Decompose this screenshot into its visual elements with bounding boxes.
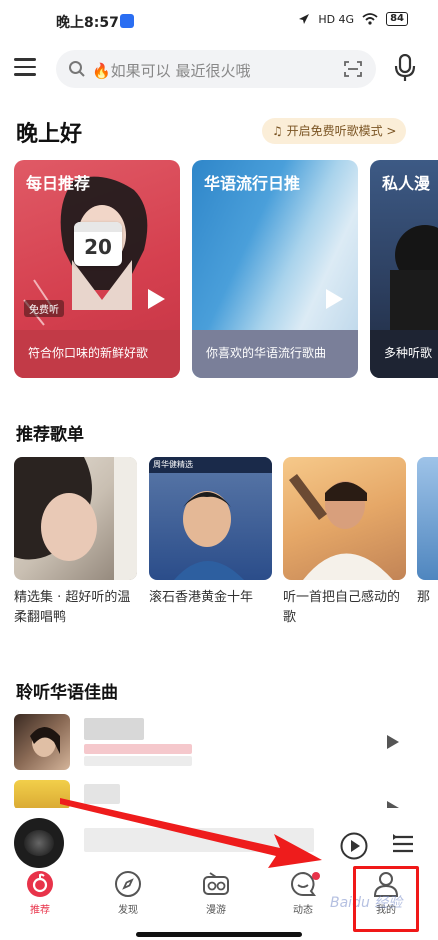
greeting-title: 晚上好 xyxy=(16,122,83,147)
recommend-icon xyxy=(27,871,53,897)
battery-indicator: 84 xyxy=(386,12,408,26)
radio-icon xyxy=(203,872,229,895)
wifi-icon xyxy=(362,13,378,25)
private-roaming-card[interactable]: 私人漫 多种听歌 xyxy=(370,160,438,378)
play-icon[interactable] xyxy=(146,288,166,310)
card-title: 华语流行日推 xyxy=(204,174,301,193)
tab-label: 动态 xyxy=(293,905,313,916)
date-badge: 20 xyxy=(74,222,122,266)
free-mode-button[interactable]: ♫ 开启免费听歌模式 > xyxy=(262,118,407,144)
tab-roam[interactable]: 漫游 xyxy=(186,870,246,916)
network-indicator: HD 4G xyxy=(318,12,355,26)
song-title-blurred xyxy=(84,718,144,740)
search-input[interactable]: 🔥如果可以 最近很火哦 xyxy=(56,50,376,88)
play-icon[interactable] xyxy=(324,288,344,310)
status-indicators: HD 4G 84 xyxy=(298,12,408,26)
search-placeholder: 🔥如果可以 最近很火哦 xyxy=(92,62,251,80)
playlist-item[interactable]: 精选集 · 超好听的温柔翻唱鸭 xyxy=(14,457,137,628)
playlists-row: 精选集 · 超好听的温柔翻唱鸭 周华健精选 滚石香港黄金十年 听一首把自己感动的… xyxy=(14,457,438,637)
daily-recommend-card[interactable]: 每日推荐 20 免费听 符合你口味的新鲜好歌 xyxy=(14,160,180,378)
card-title: 私人漫 xyxy=(382,174,431,193)
tab-label: 推荐 xyxy=(30,905,50,916)
red-arrow-annotation xyxy=(60,798,322,868)
status-time: 晚上8:57 xyxy=(56,15,119,31)
playlists-section-title: 推荐歌单 xyxy=(16,425,84,445)
playlist-cover xyxy=(283,457,406,580)
tab-label: 发现 xyxy=(118,905,138,916)
playlist-item[interactable]: 周华健精选 滚石香港黄金十年 xyxy=(149,457,272,608)
free-listen-tag: 免费听 xyxy=(24,300,64,317)
playlist-item[interactable]: 听一首把自己感动的歌 xyxy=(283,457,406,628)
card-caption: 你喜欢的华语流行歌曲 xyxy=(192,330,358,378)
status-bar: 晚上8:57 HD 4G 84 xyxy=(0,0,438,44)
song-item[interactable] xyxy=(14,714,424,770)
playlist-name: 滚石香港黄金十年 xyxy=(149,590,254,605)
play-icon[interactable] xyxy=(386,734,400,750)
highlight-box-annotation xyxy=(353,866,419,932)
card-caption: 符合你口味的新鲜好歌 xyxy=(14,330,180,378)
menu-icon[interactable] xyxy=(14,58,36,76)
notification-dot xyxy=(312,872,320,880)
search-icon xyxy=(69,61,85,77)
songs-section-title: 聆听华语佳曲 xyxy=(16,683,118,703)
playlist-cover xyxy=(417,457,438,580)
playlist-cover xyxy=(14,457,137,580)
playlist-item[interactable]: 那 xyxy=(417,457,438,608)
playlist-name: 那 xyxy=(417,590,431,605)
header: 🔥如果可以 最近很火哦 xyxy=(0,46,438,92)
playlist-name: 听一首把自己感动的歌 xyxy=(283,590,401,625)
card-title: 每日推荐 xyxy=(26,174,91,193)
free-mode-label: 开启免费听歌模式 > xyxy=(286,124,397,138)
tab-label: 漫游 xyxy=(206,905,226,916)
playlist-cover: 周华健精选 xyxy=(149,457,272,580)
microphone-icon[interactable] xyxy=(394,54,416,82)
card-caption: 多种听歌 xyxy=(370,330,438,378)
location-icon xyxy=(299,14,310,24)
notification-icon xyxy=(120,14,134,28)
music-note-icon: ♫ xyxy=(272,124,287,138)
daily-cards: 每日推荐 20 免费听 符合你口味的新鲜好歌 华语流行日推 你喜欢的华语流行歌曲… xyxy=(14,160,438,378)
play-button[interactable] xyxy=(340,832,368,860)
song-cover xyxy=(14,714,70,770)
tab-feed[interactable]: 动态 xyxy=(273,870,333,916)
tab-discover[interactable]: 发现 xyxy=(98,870,158,916)
compass-icon xyxy=(115,871,141,897)
home-indicator[interactable] xyxy=(136,932,302,937)
song-artist-blurred xyxy=(84,756,192,766)
scan-icon[interactable] xyxy=(344,61,362,77)
chinese-pop-daily-card[interactable]: 华语流行日推 你喜欢的华语流行歌曲 xyxy=(192,160,358,378)
song-artist-blurred xyxy=(84,744,192,754)
playlist-icon[interactable] xyxy=(392,834,414,854)
tab-recommend[interactable]: 推荐 xyxy=(10,870,70,916)
playlist-name: 精选集 · 超好听的温柔翻唱鸭 xyxy=(14,590,131,625)
now-playing-disc xyxy=(14,818,64,868)
